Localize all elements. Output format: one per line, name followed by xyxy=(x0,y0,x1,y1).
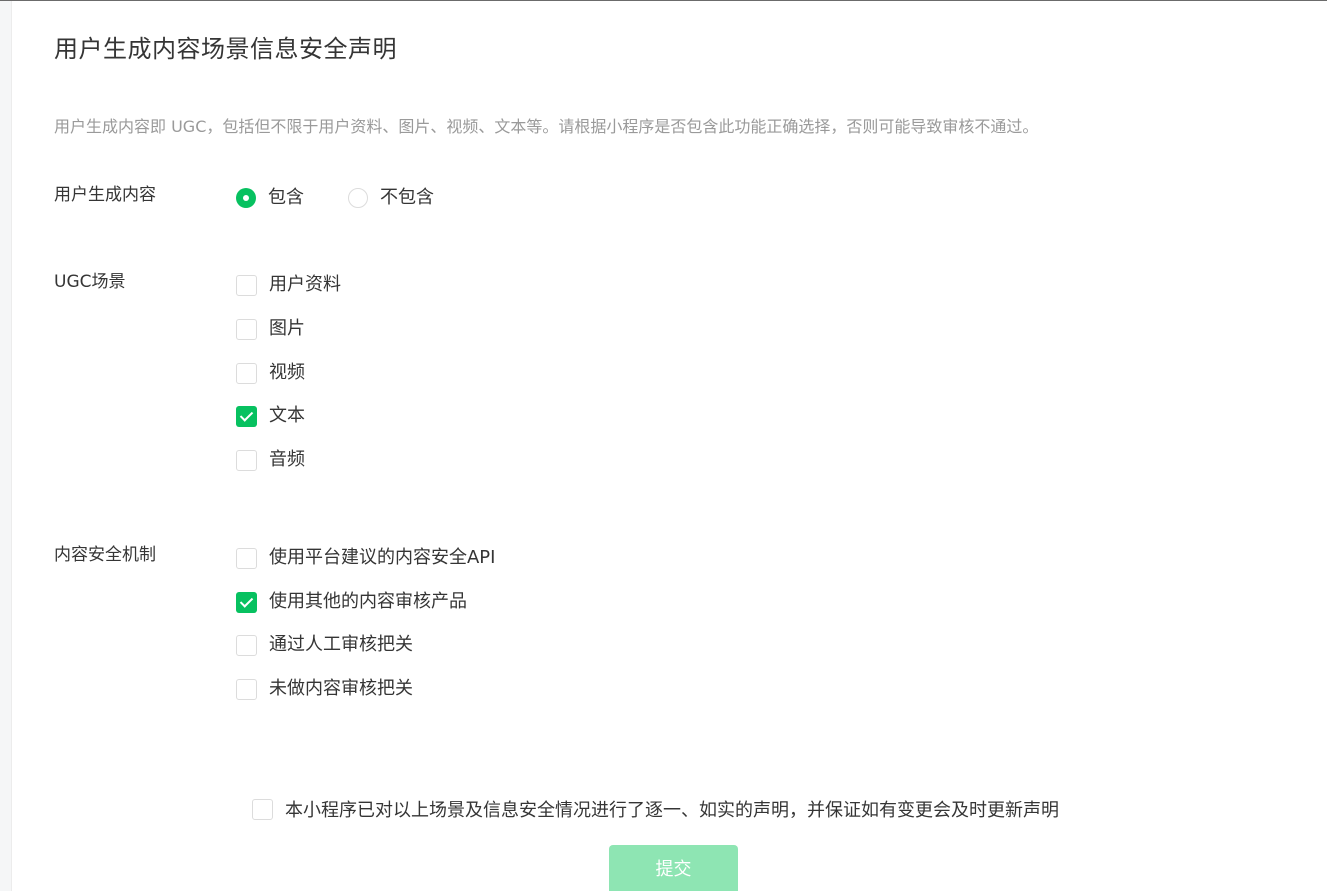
checkbox-label: 使用其他的内容审核产品 xyxy=(269,591,467,612)
page: 用户生成内容场景信息安全声明 用户生成内容即 UGC，包括但不限于用户资料、图片… xyxy=(0,0,1327,891)
declaration-agreement[interactable]: 本小程序已对以上场景及信息安全情况进行了逐一、如实的声明，并保证如有变更会及时更… xyxy=(252,797,1059,821)
security-mechanism-label: 内容安全机制 xyxy=(54,545,156,565)
checkbox-scene-image[interactable]: 图片 xyxy=(236,317,305,341)
checkbox-mechanism-none[interactable]: 未做内容审核把关 xyxy=(236,677,413,701)
checkbox-label: 视频 xyxy=(269,362,305,383)
checkbox-mechanism-manual-review[interactable]: 通过人工审核把关 xyxy=(236,633,413,657)
checkbox-mechanism-other-product[interactable]: 使用其他的内容审核产品 xyxy=(236,590,467,614)
ugc-contains-label: 用户生成内容 xyxy=(54,185,156,205)
checkbox-scene-text[interactable]: 文本 xyxy=(236,404,305,428)
ugc-scenes-label: UGC场景 xyxy=(54,272,126,292)
declaration-label: 本小程序已对以上场景及信息安全情况进行了逐一、如实的声明，并保证如有变更会及时更… xyxy=(285,800,1059,821)
radio-option-contains[interactable]: 包含 xyxy=(236,186,304,210)
checkbox-label: 用户资料 xyxy=(269,274,341,295)
left-gutter xyxy=(0,1,12,891)
checkbox-scene-user-profile[interactable]: 用户资料 xyxy=(236,273,341,297)
checkbox-scene-audio[interactable]: 音频 xyxy=(236,448,305,472)
radio-option-label: 不包含 xyxy=(380,187,434,208)
checkbox-checked-icon[interactable] xyxy=(236,405,257,427)
checkbox-label: 音频 xyxy=(269,449,305,470)
checkbox-unchecked-icon[interactable] xyxy=(236,362,257,384)
checkbox-unchecked-icon[interactable] xyxy=(236,318,257,340)
checkbox-label: 使用平台建议的内容安全API xyxy=(269,547,496,568)
checkbox-unchecked-icon[interactable] xyxy=(236,634,257,656)
checkbox-label: 图片 xyxy=(269,318,305,339)
checkbox-unchecked-icon[interactable] xyxy=(236,678,257,700)
page-description: 用户生成内容即 UGC，包括但不限于用户资料、图片、视频、文本等。请根据小程序是… xyxy=(54,117,1039,136)
checkbox-unchecked-icon[interactable] xyxy=(236,449,257,471)
checkbox-label: 文本 xyxy=(269,405,305,426)
checkbox-label: 未做内容审核把关 xyxy=(269,678,413,699)
top-divider xyxy=(0,0,1327,1)
radio-option-label: 包含 xyxy=(268,187,304,208)
checkbox-unchecked-icon[interactable] xyxy=(236,547,257,569)
page-title: 用户生成内容场景信息安全声明 xyxy=(54,35,397,63)
radio-unchecked-icon[interactable] xyxy=(348,188,368,208)
checkbox-unchecked-icon[interactable] xyxy=(252,798,273,820)
radio-checked-icon[interactable] xyxy=(236,188,256,208)
submit-button[interactable]: 提交 xyxy=(609,845,738,891)
checkbox-unchecked-icon[interactable] xyxy=(236,274,257,296)
checkbox-mechanism-platform-api[interactable]: 使用平台建议的内容安全API xyxy=(236,546,495,570)
checkbox-checked-icon[interactable] xyxy=(236,591,257,613)
checkbox-label: 通过人工审核把关 xyxy=(269,634,413,655)
checkbox-scene-video[interactable]: 视频 xyxy=(236,361,305,385)
radio-option-not-contains[interactable]: 不包含 xyxy=(348,186,434,210)
